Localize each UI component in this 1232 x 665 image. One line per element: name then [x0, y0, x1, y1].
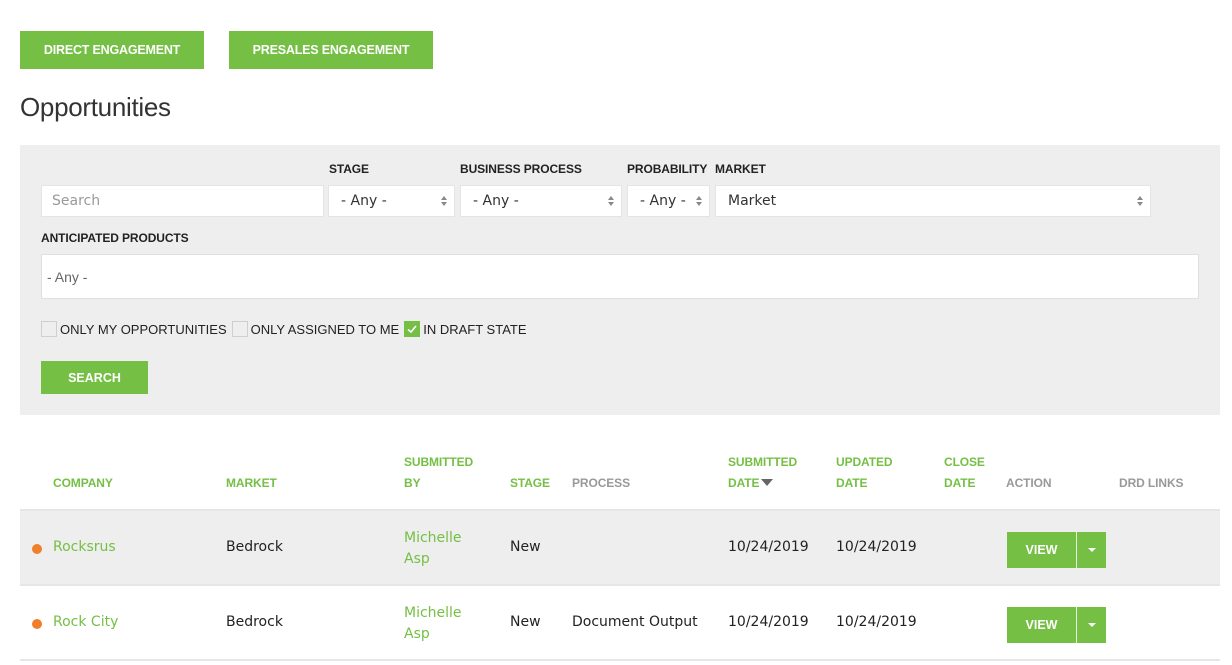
company-link[interactable]: Rock City [53, 614, 118, 630]
status-dot-icon [32, 619, 42, 629]
header-close-date[interactable]: CLOSE DATE [944, 452, 985, 494]
market-select-value: Market [728, 193, 777, 209]
checkbox-label: ONLY ASSIGNED TO ME [250, 321, 400, 337]
caret-down-icon [1087, 548, 1096, 552]
header-company[interactable]: COMPANY [53, 473, 113, 494]
anticipated-products-label: ANTICIPATED PRODUCTS [41, 231, 189, 245]
submitted-by-last: Asp [404, 626, 430, 642]
in-draft-state-checkbox[interactable]: IN DRAFT STATE [404, 321, 527, 337]
header-line: DATE [944, 476, 976, 490]
table-row: Rock City Bedrock Michelle Asp New Docum… [20, 586, 1220, 661]
select-arrows-icon [696, 195, 702, 207]
checkbox-label: IN DRAFT STATE [423, 321, 527, 337]
table-row: Rocksrus Bedrock Michelle Asp New 10/24/… [20, 511, 1220, 586]
header-action: ACTION [1006, 476, 1052, 490]
updated-date-cell: 10/24/2019 [836, 539, 917, 555]
submitted-by-last: Asp [404, 551, 430, 567]
stage-cell: New [510, 539, 541, 555]
probability-label: PROBABILITY [627, 162, 708, 176]
action-dropdown-toggle[interactable] [1077, 532, 1106, 568]
submitted-by-first: Michelle [404, 530, 462, 546]
header-line: SUBMITTED [404, 455, 474, 469]
header-submitted-by[interactable]: SUBMITTED BY [404, 452, 473, 494]
view-button-group: VIEW [1007, 607, 1106, 643]
market-cell: Bedrock [226, 614, 283, 630]
market-label: MARKET [715, 162, 766, 176]
updated-date-cell: 10/24/2019 [836, 614, 917, 630]
stage-label: STAGE [329, 162, 369, 176]
status-dot-icon [32, 544, 42, 554]
page-title: Opportunities [20, 92, 171, 122]
header-submitted-date[interactable]: SUBMITTED DATE [728, 452, 797, 494]
submitted-by-link[interactable]: Michelle Asp [404, 528, 462, 570]
view-button[interactable]: VIEW [1007, 532, 1077, 568]
opportunities-table: COMPANY MARKET SUBMITTED BY STAGE PROCES… [20, 440, 1220, 661]
header-line: SUBMITTED [728, 455, 798, 469]
header-updated-date[interactable]: UPDATED DATE [836, 452, 893, 494]
checkbox-label: ONLY MY OPPORTUNITIES [60, 321, 227, 337]
caret-down-icon [1087, 623, 1096, 627]
market-select[interactable]: Market [715, 185, 1151, 217]
header-market[interactable]: MARKET [226, 473, 277, 494]
only-assigned-to-me-checkbox[interactable]: ONLY ASSIGNED TO ME [231, 321, 400, 337]
filter-checkboxes: ONLY MY OPPORTUNITIES ONLY ASSIGNED TO M… [41, 321, 532, 337]
stage-select-value: - Any - [341, 193, 387, 209]
select-arrows-icon [441, 195, 447, 207]
header-line: UPDATED [836, 455, 893, 469]
business-process-label: BUSINESS PROCESS [460, 162, 582, 176]
only-my-opportunities-checkbox[interactable]: ONLY MY OPPORTUNITIES [41, 321, 227, 337]
header-line: CLOSE [944, 455, 985, 469]
submitted-date-cell: 10/24/2019 [728, 614, 809, 630]
direct-engagement-button[interactable]: DIRECT ENGAGEMENT [20, 31, 204, 69]
search-input[interactable]: Search [41, 185, 324, 217]
header-line: DATE [728, 476, 760, 490]
submitted-date-cell: 10/24/2019 [728, 539, 809, 555]
market-cell: Bedrock [226, 539, 283, 555]
probability-select[interactable]: - Any - [627, 185, 710, 217]
view-button[interactable]: VIEW [1007, 607, 1077, 643]
header-process: PROCESS [572, 476, 630, 490]
submitted-by-link[interactable]: Michelle Asp [404, 603, 462, 645]
business-process-select[interactable]: - Any - [460, 185, 622, 217]
header-stage[interactable]: STAGE [510, 473, 550, 494]
filter-panel: STAGE BUSINESS PROCESS PROBABILITY MARKE… [20, 145, 1220, 415]
company-link[interactable]: Rocksrus [53, 539, 116, 555]
select-arrows-icon [608, 195, 614, 207]
sort-descending-icon [761, 479, 774, 486]
checkbox-box[interactable] [404, 321, 421, 337]
checkbox-box[interactable] [41, 321, 57, 337]
process-cell: Document Output [572, 614, 698, 630]
checkmark-icon [407, 325, 417, 334]
table-header: COMPANY MARKET SUBMITTED BY STAGE PROCES… [20, 440, 1220, 511]
anticipated-products-value: - Any - [47, 268, 88, 285]
probability-select-value: - Any - [640, 193, 686, 209]
submitted-by-first: Michelle [404, 605, 462, 621]
header-drd-links: DRD LINKS [1119, 476, 1184, 490]
stage-cell: New [510, 614, 541, 630]
select-arrows-icon [1137, 195, 1143, 207]
header-line-wrap: DATE [728, 473, 797, 494]
header-line: DATE [836, 476, 868, 490]
checkbox-box[interactable] [231, 321, 248, 337]
presales-engagement-button[interactable]: PRESALES ENGAGEMENT [229, 31, 433, 69]
business-process-select-value: - Any - [473, 193, 519, 209]
stage-select[interactable]: - Any - [328, 185, 455, 217]
anticipated-products-select[interactable]: - Any - [41, 254, 1199, 299]
action-dropdown-toggle[interactable] [1077, 607, 1106, 643]
search-button[interactable]: SEARCH [41, 361, 148, 394]
view-button-group: VIEW [1007, 532, 1106, 568]
header-line: BY [404, 476, 421, 490]
